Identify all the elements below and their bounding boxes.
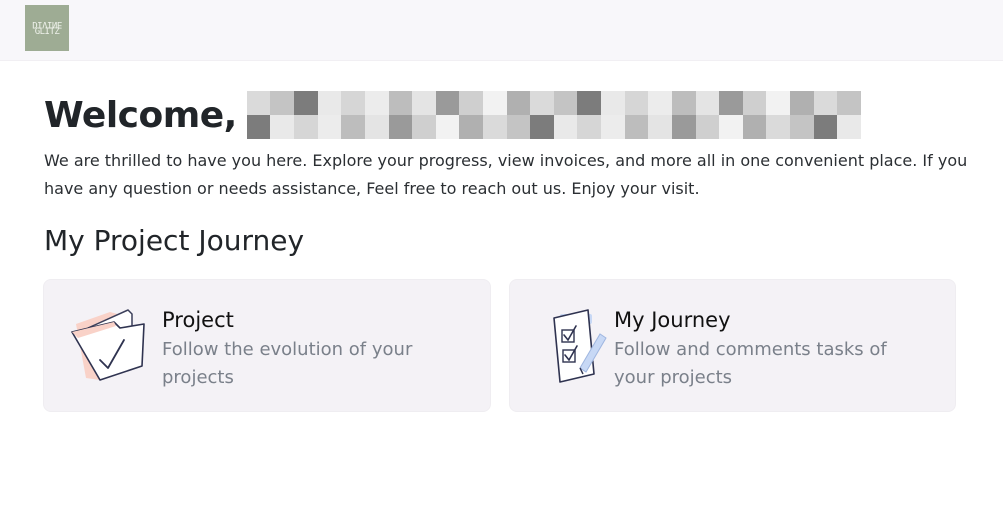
pixel-block: [553, 115, 578, 139]
pixel-block: [270, 91, 295, 115]
pixel-block: [412, 91, 436, 115]
pixel-block: [412, 115, 436, 139]
pixel-block: [790, 115, 814, 139]
pixel-block: [719, 115, 743, 139]
pixel-block: [246, 91, 271, 115]
pixel-block: [388, 91, 413, 115]
pixel-block: [459, 91, 483, 115]
brand-logo[interactable]: DIVINE GLITZ: [25, 5, 69, 51]
pixel-block: [671, 91, 696, 115]
pixel-block: [270, 115, 295, 139]
pixel-block: [246, 115, 271, 139]
pixel-block: [435, 115, 460, 139]
pixel-block: [317, 91, 342, 115]
pixel-block: [294, 115, 318, 139]
pixel-block: [317, 115, 342, 139]
pixel-block: [766, 115, 790, 139]
pixel-block: [364, 91, 389, 115]
pixel-block: [624, 91, 649, 115]
pixel-block: [601, 91, 625, 115]
project-card[interactable]: Project Follow the evolution of your pro…: [43, 279, 491, 412]
top-bar: DIVINE GLITZ: [0, 0, 1003, 61]
logo-line1: DIVINE: [32, 19, 62, 29]
welcome-intro-text: We are thrilled to have you here. Explor…: [44, 151, 968, 198]
pixel-block: [648, 115, 672, 139]
welcome-title: Welcome,: [44, 94, 237, 136]
pixel-block: [483, 115, 507, 139]
pixel-block: [742, 115, 767, 139]
pixel-block: [742, 91, 767, 115]
pixel-block: [294, 91, 318, 115]
pixel-block: [813, 91, 838, 115]
pixel-block: [435, 91, 460, 115]
pixel-block: [837, 115, 861, 139]
my-journey-card[interactable]: My Journey Follow and comments tasks of …: [509, 279, 956, 412]
my-journey-card-description: Follow and comments tasks of your projec…: [614, 339, 887, 388]
pixel-block: [813, 115, 838, 139]
pixel-block: [695, 115, 720, 139]
logo-line2: GLITZ: [34, 27, 60, 37]
pixel-block: [671, 115, 696, 139]
pixel-block: [577, 91, 602, 115]
pixel-block: [577, 115, 602, 139]
checklist-clipboard-icon: [550, 304, 610, 388]
project-card-title: Project: [162, 308, 234, 332]
pixel-block: [364, 115, 389, 139]
pixel-block: [388, 115, 413, 139]
project-card-description: Follow the evolution of your projects: [162, 339, 413, 388]
pixel-block: [506, 115, 531, 139]
pixel-block: [790, 91, 814, 115]
pixel-block: [601, 115, 625, 139]
my-journey-card-title: My Journey: [614, 308, 731, 332]
pixel-block: [506, 91, 531, 115]
pixel-block: [553, 91, 578, 115]
pixel-block: [837, 91, 861, 115]
pixel-block: [719, 91, 743, 115]
pixel-block: [624, 115, 649, 139]
pixel-block: [648, 91, 672, 115]
pixel-block: [483, 91, 507, 115]
pixel-block: [530, 91, 554, 115]
welcome-heading-row: Welcome,: [44, 90, 861, 140]
pixel-block: [341, 91, 365, 115]
pixel-block: [341, 115, 365, 139]
pixel-block: [766, 91, 790, 115]
pixel-block: [695, 91, 720, 115]
folder-check-icon: [70, 304, 150, 388]
redacted-user-name: [246, 91, 861, 139]
section-title: My Project Journey: [44, 224, 305, 257]
pixel-block: [530, 115, 554, 139]
pixel-block: [459, 115, 483, 139]
